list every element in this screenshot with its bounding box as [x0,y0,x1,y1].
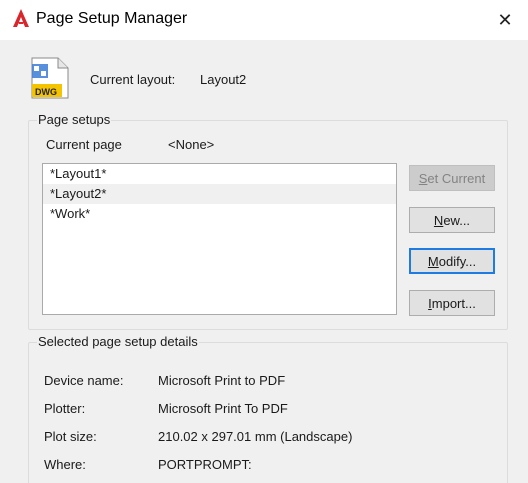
new-button[interactable]: New... [409,207,495,233]
modify-label: odify... [438,253,477,269]
import-button[interactable]: Import... [409,290,495,316]
set-current-mnemonic: S [418,170,428,186]
current-page-label: Current page [46,137,122,152]
new-mnemonic: N [433,212,444,228]
modify-mnemonic: M [427,253,439,269]
list-item-work[interactable]: *Work* [43,204,396,224]
list-item-label: *Work* [50,206,91,221]
set-current-label: et Current [427,170,486,186]
where-label: Where: [44,457,86,472]
list-item-label: *Layout1* [50,166,107,181]
plot-size-value: 210.02 x 297.01 mm (Landscape) [158,429,353,444]
autocad-a-icon [12,8,30,28]
close-icon: ✕ [497,9,513,30]
current-layout-value: Layout2 [200,72,247,87]
plot-size-label: Plot size: [44,429,97,444]
modify-button[interactable]: Modify... [409,248,495,274]
list-item-layout1[interactable]: *Layout1* [43,164,396,184]
import-label: mport... [431,295,476,311]
list-item-label: *Layout2* [50,186,107,201]
dwg-icon-text: DWG [35,87,57,97]
current-page-value: <None> [168,137,215,152]
new-label: ew... [443,212,471,228]
list-item-layout2[interactable]: *Layout2* [43,184,396,204]
set-current-button[interactable]: Set Current [409,165,495,191]
page-setups-title: Page setups [37,112,112,127]
title-bar: Page Setup Manager ✕ [0,0,528,40]
current-layout-label: Current layout: [90,72,176,87]
page-setups-list[interactable]: *Layout1* *Layout2* *Work* [42,163,397,315]
close-button[interactable]: ✕ [482,0,528,40]
device-name-value: Microsoft Print to PDF [158,373,286,388]
window-title: Page Setup Manager [36,10,188,27]
device-name-label: Device name: [44,373,124,388]
details-title: Selected page setup details [37,334,199,349]
plotter-value: Microsoft Print To PDF [158,401,288,416]
dwg-file-icon: DWG [30,56,70,100]
where-value: PORTPROMPT: [158,457,252,472]
plotter-label: Plotter: [44,401,86,416]
